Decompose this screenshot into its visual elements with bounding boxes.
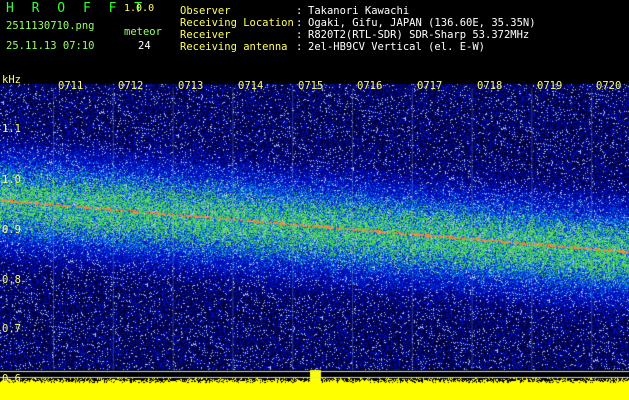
x-tick-0718: 0718	[477, 80, 503, 92]
info-key-observer: Observer	[180, 5, 231, 17]
info-sep-antenna: :	[296, 41, 303, 53]
x-tick-0717: 0717	[417, 80, 443, 92]
header-panel: H R O F F T 1.0.0 2511130710.png 25.11.1…	[0, 0, 629, 74]
info-value-observer: Takanori Kawachi	[308, 5, 410, 17]
y-tick-1-1: 1.1	[2, 123, 21, 135]
meteor-count: 24	[138, 40, 151, 52]
info-key-receiver: Receiver	[180, 29, 231, 41]
file-name: 2511130710.png	[6, 20, 95, 32]
info-key-antenna: Receiving antenna	[180, 41, 288, 53]
info-value-location: Ogaki, Gifu, JAPAN (136.60E, 35.35N)	[308, 17, 536, 29]
info-value-antenna: 2el-HB9CV Vertical (el. E-W)	[308, 41, 486, 53]
x-tick-0720: 0720	[596, 80, 622, 92]
y-tick-1-0: 1.0	[2, 174, 21, 186]
info-sep-location: :	[296, 17, 303, 29]
info-key-location: Receiving Location	[180, 17, 294, 29]
info-sep-receiver: :	[296, 29, 303, 41]
x-tick-0712: 0712	[118, 80, 144, 92]
x-tick-0719: 0719	[537, 80, 563, 92]
meteor-label: meteor	[124, 26, 162, 38]
y-tick-0-8: 0.8	[2, 274, 21, 286]
y-axis-unit: kHz	[2, 74, 21, 86]
x-tick-0711: 0711	[58, 80, 84, 92]
info-sep-observer: :	[296, 5, 303, 17]
waterfall-spectrogram	[0, 74, 629, 400]
x-tick-0714: 0714	[238, 80, 264, 92]
x-tick-0715: 0715	[298, 80, 324, 92]
y-tick-0-6: 0.6	[2, 373, 21, 385]
x-tick-0716: 0716	[357, 80, 383, 92]
info-value-receiver: R820T2(RTL-SDR) SDR-Sharp 53.372MHz	[308, 29, 530, 41]
app-version: 1.0.0	[124, 3, 155, 14]
y-tick-0-7: 0.7	[2, 323, 21, 335]
y-tick-0-9: 0.9	[2, 224, 21, 236]
x-tick-0713: 0713	[178, 80, 204, 92]
file-timestamp: 25.11.13 07:10	[6, 40, 95, 52]
